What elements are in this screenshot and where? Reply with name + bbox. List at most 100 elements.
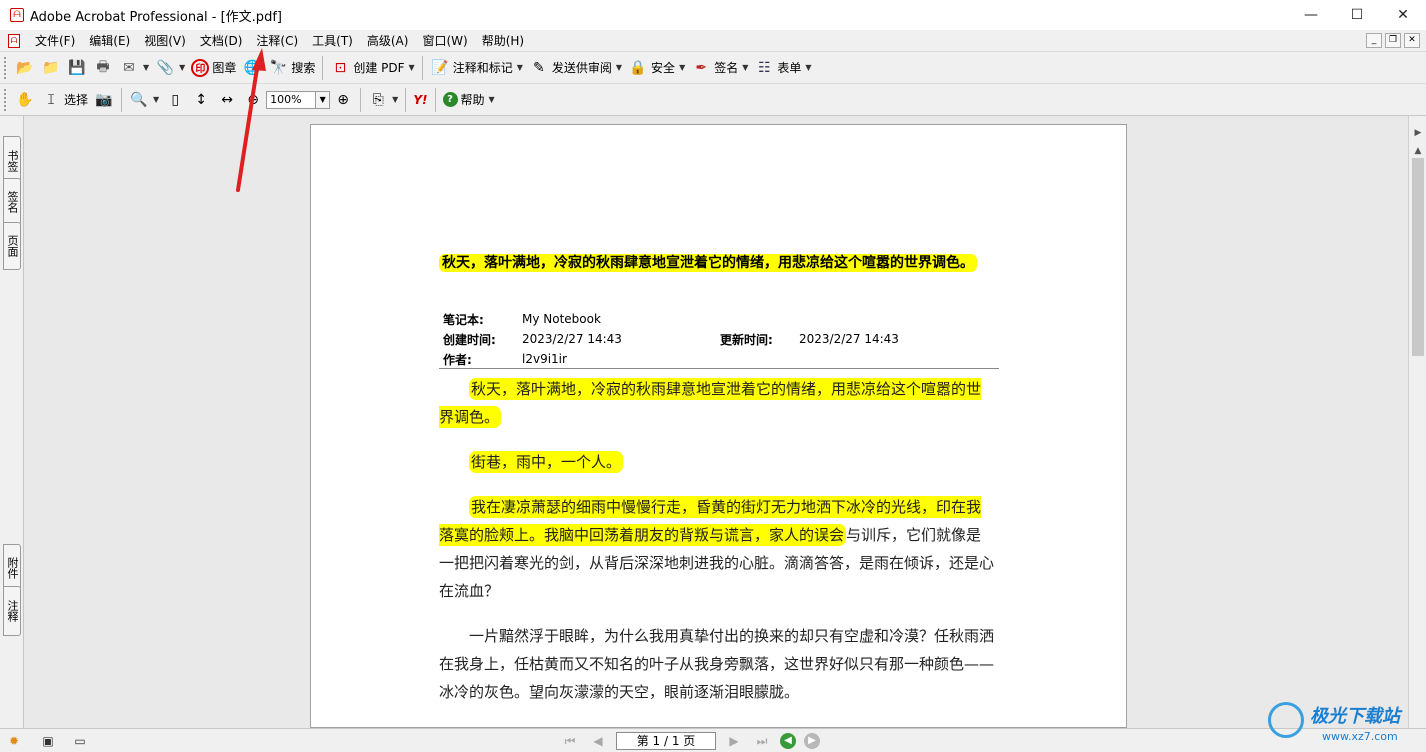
stamp-button[interactable]: 印图章: [188, 55, 239, 81]
scroll-up-arrow-icon[interactable]: ▲: [1411, 144, 1425, 158]
tab-signatures[interactable]: 签名: [3, 178, 21, 226]
paragraph-3: 我在凄凉萧瑟的细雨中慢慢行走，昏黄的街灯无力地洒下冰冷的光线，印在我落寞的脸颊上…: [439, 493, 994, 605]
stamp-icon: 印: [191, 58, 210, 77]
email-button[interactable]: ✉ ▼: [116, 55, 152, 81]
fit-page-icon: ↕: [195, 91, 208, 108]
menu-comments[interactable]: 注释(C): [249, 30, 305, 52]
menu-advanced[interactable]: 高级(A): [360, 30, 416, 52]
yahoo-button[interactable]: Y!: [410, 87, 430, 113]
yahoo-icon: Y!: [413, 92, 428, 107]
previous-page-icon[interactable]: ◀: [588, 732, 608, 750]
paragraph-4: 一片黯然浮于眼眸，为什么我用真挚付出的换来的却只有空虚和冷漠？任秋雨洒在我身上，…: [439, 627, 995, 701]
fit-page-button[interactable]: ↕: [188, 87, 214, 113]
menu-help[interactable]: 帮助(H): [475, 30, 531, 52]
paperclip-icon: 📎: [156, 59, 174, 76]
doc-close-button[interactable]: ✕: [1404, 33, 1420, 48]
form-icon: ☷: [758, 59, 771, 76]
minimize-button[interactable]: —: [1288, 0, 1334, 30]
menu-view[interactable]: 视图(V): [137, 30, 193, 52]
comment-markup-button[interactable]: 📝 注释和标记 ▼: [427, 55, 526, 81]
select-tool-button[interactable]: 𝙸 选择: [38, 87, 91, 113]
minimize-panel-icon[interactable]: ▭: [72, 733, 88, 749]
sign-label: 签名: [714, 61, 739, 75]
highlight-annotation[interactable]: 秋天，落叶满地，冷寂的秋雨肆意地宣泄着它的情绪，用悲凉给这个喧嚣的世界调色。: [439, 378, 982, 428]
hand-tool-button[interactable]: ✋: [12, 87, 38, 113]
menu-document[interactable]: 文档(D): [193, 30, 250, 52]
forms-label: 表单: [777, 61, 802, 75]
maximize-button[interactable]: ☐: [1334, 0, 1380, 30]
send-review-button[interactable]: ✎ 发送供审阅 ▼: [526, 55, 625, 81]
organizer-button[interactable]: 📁: [38, 55, 64, 81]
doc-minimize-button[interactable]: _: [1366, 33, 1382, 48]
actual-size-button[interactable]: ▯: [162, 87, 188, 113]
print-button[interactable]: 🖶: [90, 55, 116, 81]
snapshot-button[interactable]: 📷: [91, 87, 117, 113]
tab-attachments[interactable]: 附件: [3, 544, 21, 592]
pdf-page: 秋天，落叶满地，冷寂的秋雨肆意地宣泄着它的情绪，用悲凉给这个喧嚣的世界调色。 笔…: [310, 124, 1127, 728]
open-folder-icon: 📂: [16, 59, 34, 76]
email-icon: ✉: [123, 59, 135, 76]
camera-icon: 📷: [95, 91, 113, 108]
forms-button[interactable]: ☷ 表单 ▼: [751, 55, 814, 81]
title-bar: ᗩ Adobe Acrobat Professional - [作文.pdf] …: [0, 0, 1426, 30]
create-pdf-icon: ⊡: [334, 59, 347, 76]
sun-icon[interactable]: ✹: [6, 733, 22, 749]
zoom-level-input[interactable]: 100%: [266, 90, 317, 109]
author-value: l2v9i1ir: [522, 352, 567, 366]
zoom-tool-button[interactable]: 🔍 ▼: [126, 87, 162, 113]
first-page-icon[interactable]: ⏮: [560, 732, 580, 750]
sign-button[interactable]: ✒ 签名 ▼: [688, 55, 751, 81]
title-highlight[interactable]: 秋天，落叶满地，冷寂的秋雨肆意地宣泄着它的情绪，用悲凉给这个喧嚣的世界调色。: [439, 254, 977, 272]
zoom-dropdown[interactable]: ▼: [316, 90, 331, 109]
menu-edit[interactable]: 编辑(E): [82, 30, 137, 52]
create-pdf-label: 创建 PDF: [353, 61, 405, 75]
web-search-button[interactable]: 🌐: [239, 55, 265, 81]
next-page-icon[interactable]: ▶: [724, 732, 744, 750]
page-number-input[interactable]: 第 1 / 1 页: [616, 732, 716, 750]
binoculars-icon: 🔭: [269, 59, 288, 76]
navigation-toolbar: ✋ 𝙸 选择 📷 🔍 ▼ ▯ ↕ ↔ ⊖ 100% ▼ ⊕ ⎘ ▼ Y! ? 帮助 ▼: [0, 84, 1426, 116]
create-pdf-button[interactable]: ⊡ 创建 PDF ▼: [327, 55, 417, 81]
highlight-annotation[interactable]: 街巷，雨中，一个人。: [469, 451, 624, 473]
go-forward-icon[interactable]: ▶: [804, 733, 820, 749]
save-button[interactable]: 💾: [64, 55, 90, 81]
rotate-button[interactable]: ⎘ ▼: [365, 87, 401, 113]
go-back-icon[interactable]: ◀: [780, 733, 796, 749]
open-button[interactable]: 📂: [12, 55, 38, 81]
menu-bar: ᗩ 文件(F) 编辑(E) 视图(V) 文档(D) 注释(C) 工具(T) 高级…: [0, 30, 1426, 52]
toolbar-separator: [322, 55, 324, 80]
zoom-in-button[interactable]: ⊕: [330, 87, 356, 113]
search-label: 搜索: [291, 61, 316, 75]
help-label: 帮助: [460, 93, 485, 107]
attach-button[interactable]: 📎 ▼: [152, 55, 188, 81]
menu-file[interactable]: 文件(F): [28, 30, 82, 52]
zoom-in-plus-icon: ⊕: [337, 91, 350, 108]
globe-icon: 🌐: [243, 59, 262, 76]
panel-expand-arrow-icon[interactable]: ▶: [1411, 126, 1425, 140]
tab-pages[interactable]: 页面: [3, 222, 21, 270]
zoom-out-button[interactable]: ⊖: [240, 87, 266, 113]
select-label: 选择: [64, 93, 89, 107]
toolbar-separator: [434, 87, 436, 112]
help-button[interactable]: ? 帮助 ▼: [440, 87, 498, 113]
doc-restore-button[interactable]: ❐: [1385, 33, 1401, 48]
print-icon: 🖶: [96, 58, 110, 75]
menu-window[interactable]: 窗口(W): [415, 30, 474, 52]
toolbar-grip[interactable]: [4, 88, 8, 111]
fit-width-button[interactable]: ↔: [214, 87, 240, 113]
monitor-icon[interactable]: ▣: [40, 733, 56, 749]
tab-comments[interactable]: 注释: [3, 586, 21, 636]
scrollbar-thumb[interactable]: [1412, 158, 1424, 356]
last-page-icon[interactable]: ⏭: [752, 732, 772, 750]
close-button[interactable]: ✕: [1380, 0, 1426, 30]
zoom-out-icon: ⊖: [247, 91, 260, 108]
security-button[interactable]: 🔒 安全 ▼: [625, 55, 688, 81]
watermark-url: www.xz7.com: [1322, 730, 1398, 743]
toolbar-grip[interactable]: [4, 56, 8, 79]
document-menu-icon[interactable]: ᗩ: [8, 33, 20, 48]
zoom-in-icon: 🔍: [130, 91, 148, 108]
search-button[interactable]: 🔭 搜索: [265, 55, 318, 81]
vertical-scrollbar[interactable]: ▶ ▲: [1408, 116, 1426, 728]
status-bar: ✹ ▣ ▭ ⏮ ◀ 第 1 / 1 页 ▶ ⏭ ◀ ▶: [0, 728, 1426, 752]
menu-tools[interactable]: 工具(T): [305, 30, 360, 52]
